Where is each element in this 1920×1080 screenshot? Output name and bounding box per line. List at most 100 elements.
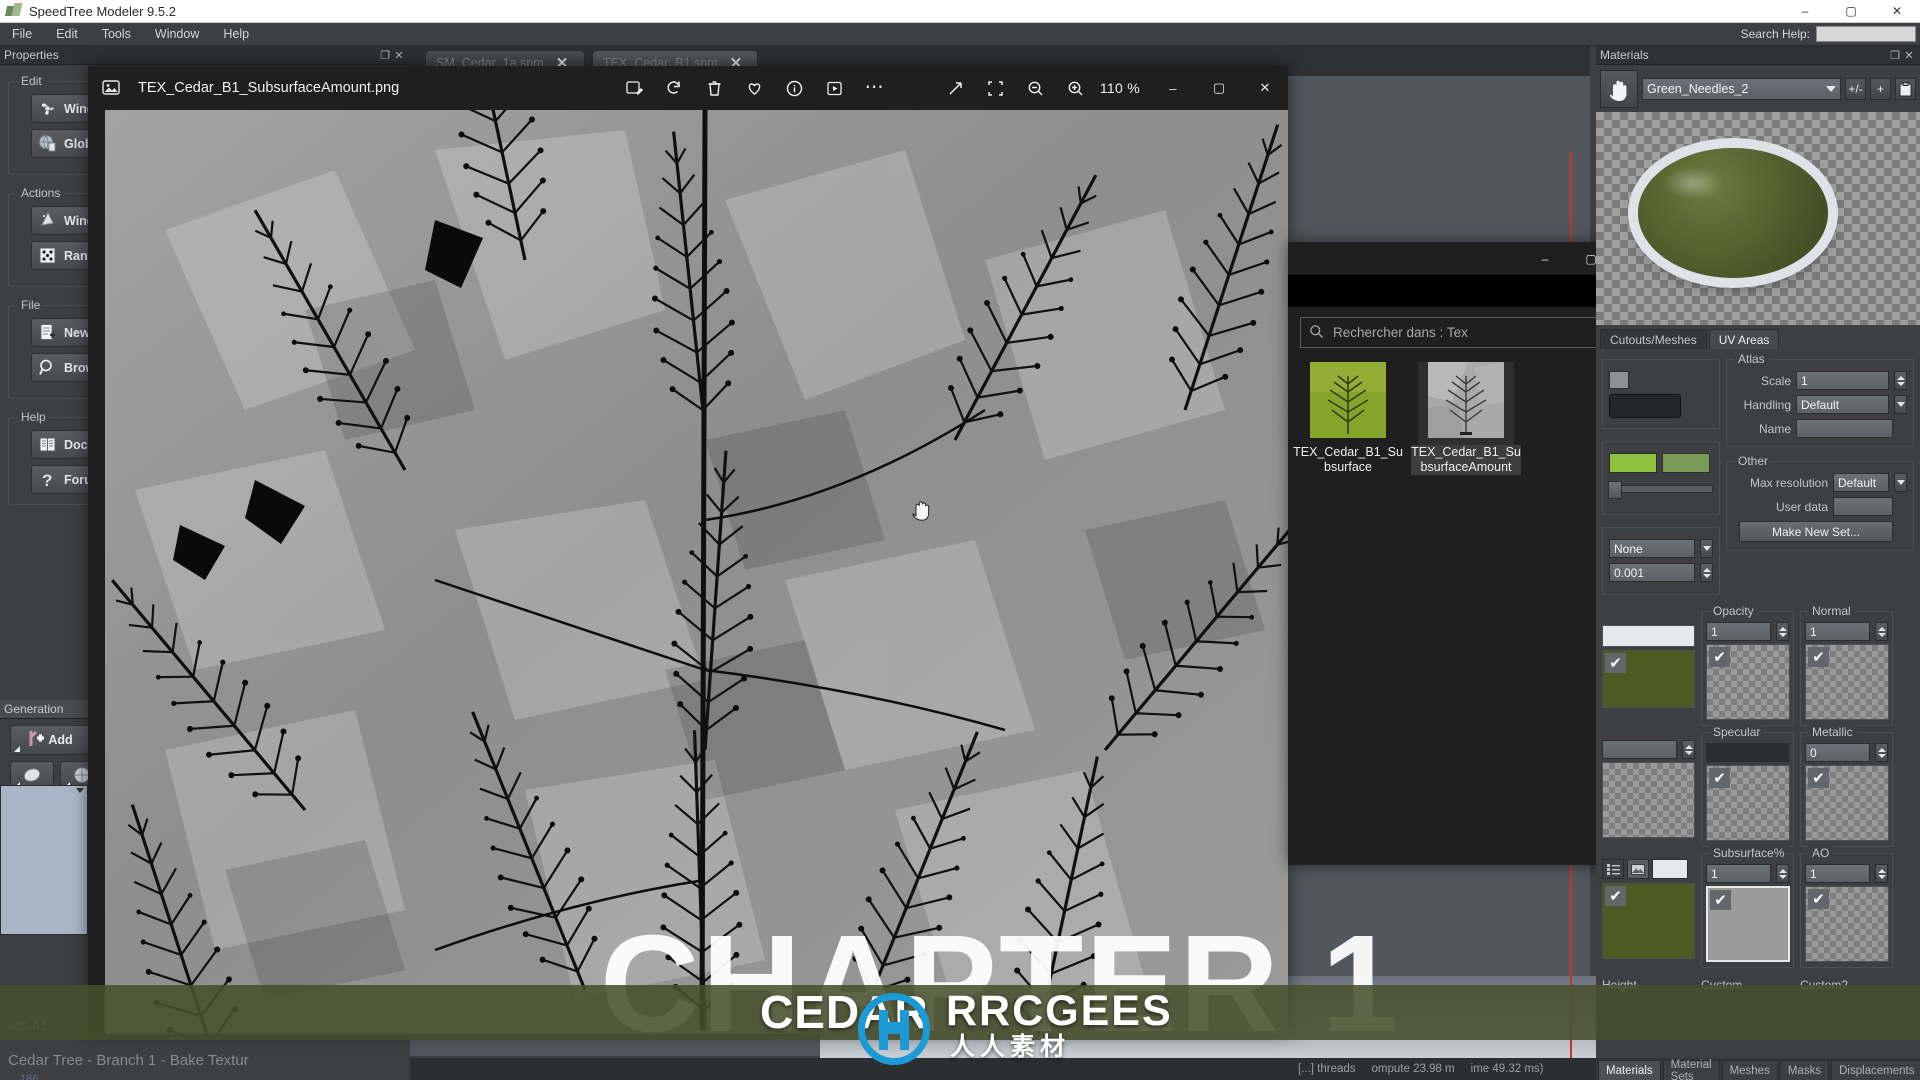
new-material-button[interactable]: + [1870,78,1891,100]
viewer-maximize-button[interactable]: ▢ [1196,66,1242,110]
metallic-thumb[interactable]: ✔ [1805,765,1889,841]
ao-thumb[interactable]: ✔ [1805,886,1889,962]
generator-tree-list[interactable] [0,785,88,935]
opacity-thumb[interactable]: ✔ [1706,644,1790,720]
menu-item-tools[interactable]: Tools [90,23,143,46]
normal-value[interactable]: 1 [1805,622,1870,641]
material-name-combobox[interactable]: Green_Needles_2 [1642,78,1841,100]
extra1-spinner[interactable] [1682,740,1695,759]
info-icon[interactable] [774,70,814,106]
extra1-thumb[interactable] [1602,762,1695,838]
color-swatch-grey[interactable] [1609,371,1629,389]
explorer-minimize-button[interactable]: – [1522,242,1568,275]
view-mode-toggle[interactable] [1602,859,1695,879]
atlas-name-input[interactable] [1796,419,1893,438]
max-resolution-input[interactable]: Default [1833,473,1889,492]
app-minimize-button[interactable]: – [1782,0,1828,23]
ao-spinner[interactable] [1875,864,1888,883]
diffuse-checkbox[interactable]: ✔ [1605,653,1626,673]
opacity-checkbox[interactable]: ✔ [1709,647,1730,667]
basecolor-thumb[interactable]: ✔ [1602,883,1695,959]
edit-image-icon[interactable] [614,70,654,106]
menu-item-window[interactable]: Window [143,23,211,46]
color-swatch-black[interactable] [1609,394,1681,418]
specular-checkbox[interactable]: ✔ [1709,768,1730,788]
viewer-minimize-button[interactable]: – [1150,66,1196,110]
bottom-tab-meshes[interactable]: Meshes [1721,1060,1778,1080]
bottom-tab-displacements[interactable]: Displacements [1831,1060,1920,1080]
user-data-input[interactable] [1833,497,1893,516]
specular-thumb[interactable]: ✔ [1706,765,1790,841]
add-generator-button[interactable]: Add [10,725,90,755]
normal-checkbox[interactable]: ✔ [1808,647,1829,667]
tab-cutouts-meshes[interactable]: Cutouts/Meshes [1600,329,1707,349]
menu-item-edit[interactable]: Edit [44,23,90,46]
make-new-set-button[interactable]: Make New Set... [1739,521,1893,542]
zoom-out-icon[interactable] [1016,70,1056,106]
materials-close-icon[interactable]: ✕ [1902,49,1916,62]
diffuse-thumb[interactable]: ✔ [1602,650,1695,708]
bottom-tab-materials[interactable]: Materials [1598,1060,1661,1080]
help-search-input[interactable] [1816,26,1916,42]
menu-item-help[interactable]: Help [211,23,261,46]
basecolor-checkbox[interactable]: ✔ [1605,886,1626,906]
app-window-controls[interactable]: – ▢ ✕ [1782,0,1920,23]
image-canvas[interactable] [105,110,1288,1034]
color-swatch-green-dark[interactable] [1662,453,1710,473]
delete-icon[interactable] [694,70,734,106]
color-swatch-green-light[interactable] [1609,453,1657,473]
subsurface-thumb[interactable]: ✔ [1706,886,1790,962]
opacity-spinner[interactable] [1776,622,1789,641]
zoom-in-icon[interactable] [1056,70,1096,106]
rotate-icon[interactable] [654,70,694,106]
atlas-handling-input[interactable]: Default [1796,395,1889,414]
chevron-down-icon[interactable] [1826,86,1836,92]
normal-thumb[interactable]: ✔ [1805,644,1889,720]
more-options-icon[interactable]: ⋯ [854,70,894,106]
viewer-close-button[interactable]: ✕ [1242,66,1288,110]
specular-value[interactable] [1706,743,1789,762]
bottom-tab-material-sets[interactable]: Material Sets [1662,1059,1720,1080]
fullscreen-icon[interactable] [936,70,976,106]
favorite-heart-icon[interactable] [734,70,774,106]
menu-item-file[interactable]: File [0,23,44,46]
app-maximize-button[interactable]: ▢ [1828,0,1874,23]
basecolor-bar[interactable] [1652,859,1688,879]
fit-to-window-icon[interactable] [976,70,1016,106]
material-preview[interactable] [1596,112,1920,325]
subsurface-checkbox[interactable]: ✔ [1710,890,1731,910]
clipboard-icon-button[interactable] [1895,78,1916,100]
app-close-button[interactable]: ✕ [1874,0,1920,23]
atlas-scale-input[interactable]: 1 [1796,371,1889,390]
small-value[interactable]: 0.001 [1609,563,1695,582]
extra1-value[interactable] [1602,740,1677,759]
ao-checkbox[interactable]: ✔ [1808,889,1829,909]
opacity-value[interactable]: 1 [1706,622,1771,641]
ao-value[interactable]: 1 [1805,864,1870,883]
materials-undock-icon[interactable]: ❐ [1888,49,1902,62]
small-value-spinner[interactable] [1700,563,1713,582]
green-slider[interactable] [1608,481,1713,499]
tab-uv-areas[interactable]: UV Areas [1708,329,1780,349]
thumbnail-view-icon[interactable] [1627,859,1649,879]
max-resolution-dropdown[interactable] [1894,473,1907,492]
slideshow-icon[interactable] [814,70,854,106]
hand-icon-button[interactable] [1600,70,1638,108]
none-value[interactable]: None [1609,539,1695,558]
none-dropdown-arrow[interactable] [1700,539,1713,558]
diffuse-color-bar[interactable] [1602,625,1695,647]
add-remove-material-button[interactable]: +/- [1845,78,1866,100]
metallic-checkbox[interactable]: ✔ [1808,768,1829,788]
atlas-handling-dropdown[interactable] [1894,395,1907,414]
atlas-scale-spinner[interactable] [1894,371,1907,390]
file-item-subsurface[interactable]: TEX_Cedar_B1_Su bsurface [1293,362,1403,475]
metallic-spinner[interactable] [1875,743,1888,762]
file-item-subsurface-amount[interactable]: TEX_Cedar_B1_Su bsurfaceAmount [1411,362,1521,475]
subsurface-value[interactable]: 1 [1706,864,1771,883]
metallic-value[interactable]: 0 [1805,743,1870,762]
properties-undock-icon[interactable]: ❐ [378,49,392,62]
bottom-tab-masks[interactable]: Masks [1779,1060,1830,1080]
subsurface-spinner[interactable] [1776,864,1789,883]
normal-spinner[interactable] [1875,622,1888,641]
list-view-icon[interactable] [1602,859,1624,879]
